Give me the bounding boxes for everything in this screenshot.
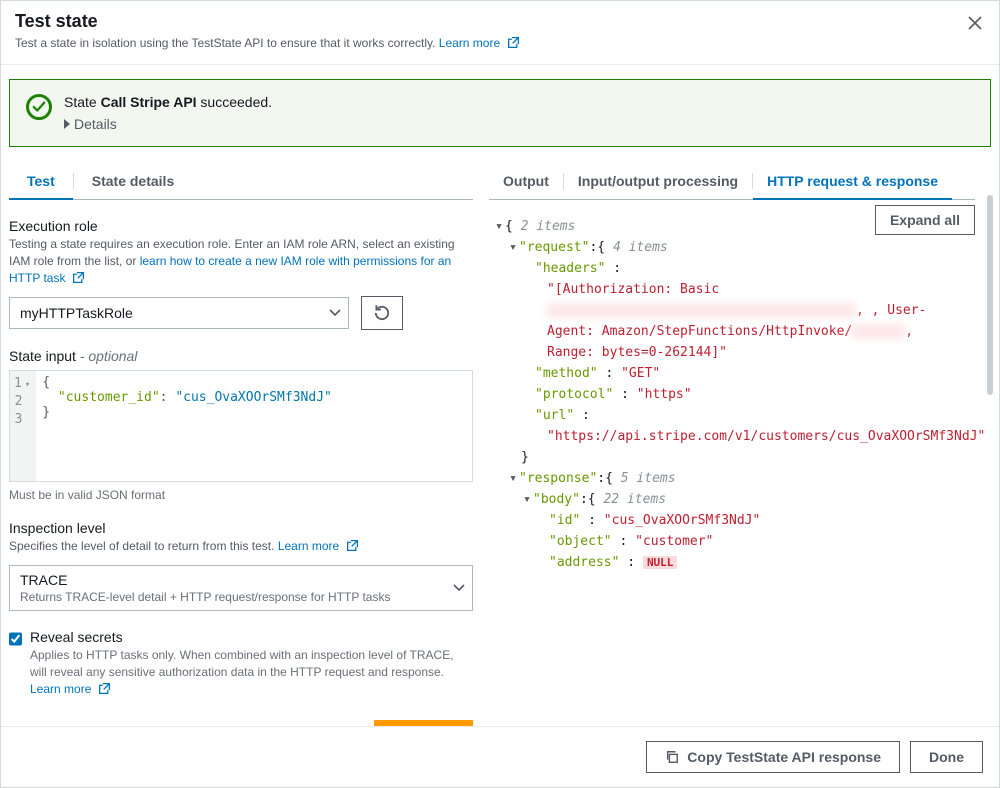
tree-toggle[interactable]: ▾ <box>521 489 533 510</box>
external-link-icon <box>72 271 85 284</box>
reveal-secrets-label: Reveal secrets <box>30 629 473 645</box>
right-tabs: Output Input/output processing HTTP requ… <box>489 163 975 200</box>
inspection-level-help: Specifies the level of detail to return … <box>9 538 473 555</box>
json-tree: ▾ { 2 items ▾ "request" : { 4 items "hea… <box>489 212 975 573</box>
test-state-modal: Test state Test a state in isolation usi… <box>0 0 1000 788</box>
chevron-right-icon <box>64 119 70 129</box>
external-link-icon <box>507 36 520 49</box>
close-button[interactable] <box>963 11 987 35</box>
state-input-label: State input - optional <box>9 348 473 364</box>
right-panel: Output Input/output processing HTTP requ… <box>481 153 999 726</box>
modal-body: Test State details Execution role Testin… <box>1 153 999 726</box>
left-tabs: Test State details <box>9 163 473 200</box>
exec-role-help: Testing a state requires an execution ro… <box>9 236 473 286</box>
exec-role-select[interactable]: myHTTPTaskRole <box>9 297 349 329</box>
state-input-editor[interactable]: 1▾ 2 3 { "customer_id": "cus_OvaXOOrSMf3… <box>9 370 473 482</box>
reveal-secrets-row: Reveal secrets Applies to HTTP tasks onl… <box>9 629 473 697</box>
chevron-down-icon <box>453 582 465 594</box>
modal-subtitle: Test a state in isolation using the Test… <box>15 36 985 50</box>
left-panel: Test State details Execution role Testin… <box>1 153 481 726</box>
modal-header: Test state Test a state in isolation usi… <box>1 1 999 65</box>
success-check-icon <box>26 94 52 120</box>
tab-io-processing[interactable]: Input/output processing <box>564 163 752 199</box>
state-input-note: Must be in valid JSON format <box>9 488 473 502</box>
inspection-level-label: Inspection level <box>9 520 473 536</box>
tab-test[interactable]: Test <box>9 163 73 199</box>
chevron-down-icon <box>329 307 341 319</box>
tab-output[interactable]: Output <box>489 163 563 199</box>
learn-more-link[interactable]: Learn more <box>439 36 520 50</box>
tree-toggle[interactable]: ▾ <box>507 237 519 258</box>
external-link-icon <box>346 539 359 552</box>
editor-code[interactable]: { "customer_id": "cus_OvaXOOrSMf3NdJ" } <box>36 371 338 481</box>
refresh-roles-button[interactable] <box>361 296 403 330</box>
inspection-learn-more-link[interactable]: Learn more <box>278 539 359 553</box>
scrollbar[interactable] <box>987 195 993 395</box>
reveal-secrets-checkbox[interactable] <box>9 631 22 647</box>
external-link-icon <box>98 682 111 695</box>
modal-footer: Copy TestState API response Done <box>1 726 999 787</box>
reveal-secrets-help: Applies to HTTP tasks only. When combine… <box>30 647 473 697</box>
inspection-level-select[interactable]: TRACE Returns TRACE-level detail + HTTP … <box>9 565 473 611</box>
copy-response-button[interactable]: Copy TestState API response <box>646 741 900 773</box>
alert-details-toggle[interactable]: Details <box>64 116 272 132</box>
exec-role-label: Execution role <box>9 218 473 234</box>
editor-gutter: 1▾ 2 3 <box>10 371 36 481</box>
tab-state-details[interactable]: State details <box>74 163 192 199</box>
copy-icon <box>665 750 679 764</box>
reveal-learn-more-link[interactable]: Learn more <box>30 682 111 696</box>
refresh-icon <box>373 304 391 322</box>
tree-toggle[interactable]: ▾ <box>507 468 519 489</box>
expand-all-button[interactable]: Expand all <box>875 205 975 235</box>
modal-title: Test state <box>15 11 985 32</box>
success-alert: State Call Stripe API succeeded. Details <box>9 79 991 147</box>
done-button[interactable]: Done <box>910 741 983 773</box>
tree-toggle[interactable]: ▾ <box>493 216 505 237</box>
tab-http[interactable]: HTTP request & response <box>753 163 952 199</box>
close-icon <box>967 15 983 31</box>
alert-title: State Call Stripe API succeeded. <box>64 94 272 110</box>
